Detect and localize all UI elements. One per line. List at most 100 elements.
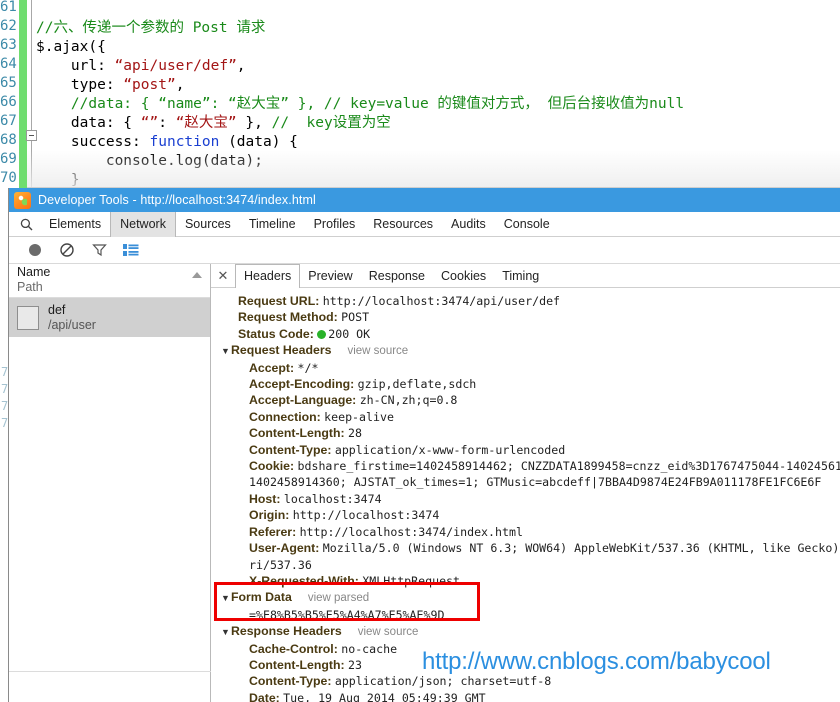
tab-timeline[interactable]: Timeline bbox=[240, 212, 305, 237]
view-source-link[interactable]: view source bbox=[331, 345, 408, 357]
request-detail-panel: ✕ Headers Preview Response Cookies Timing Re… bbox=[211, 264, 840, 702]
screenshot-root: 61 62 63 64 65 66 67 68 69 70 //六、传递一个参数的 Post 请求… bbox=[0, 0, 840, 702]
editor-line-number: 68 bbox=[0, 132, 17, 148]
editor-line-number: 66 bbox=[0, 94, 17, 110]
status-ok-icon bbox=[317, 329, 327, 339]
devtools-panel-tabs: Elements Network Sources Timeline Profiles Re… bbox=[9, 211, 840, 237]
headers-content: Request URL: http://localhost:3474/api/u… bbox=[211, 288, 840, 702]
editor-line-number: 70 bbox=[0, 170, 17, 186]
code-token: , bbox=[175, 77, 185, 93]
close-icon[interactable]: ✕ bbox=[211, 264, 235, 288]
code-line: $.ajax({ bbox=[36, 38, 840, 57]
header-row: Host: localhost:3474 bbox=[211, 491, 840, 507]
code-token: (data) { bbox=[219, 134, 298, 150]
detail-tab-timing[interactable]: Timing bbox=[494, 264, 547, 288]
tab-profiles[interactable]: Profiles bbox=[305, 212, 365, 237]
disclosure-triangle-icon[interactable]: ▼ bbox=[221, 590, 231, 606]
disclosure-triangle-icon[interactable]: ▼ bbox=[221, 343, 231, 359]
header-value: bdshare_firstime=1402458914462; CNZZDATA… bbox=[297, 459, 840, 474]
header-value: http://localhost:3474 bbox=[292, 508, 440, 523]
header-row: Referer: http://localhost:3474/index.htm… bbox=[211, 524, 840, 540]
header-row: Connection: keep-alive bbox=[211, 409, 840, 425]
disclosure-triangle-icon[interactable]: ▼ bbox=[221, 624, 231, 640]
editor-line-number: 67 bbox=[0, 113, 17, 129]
response-headers-section[interactable]: ▼Response Headers view source bbox=[211, 623, 840, 640]
code-editor: 61 62 63 64 65 66 67 68 69 70 //六、传递一个参数的 Post 请求… bbox=[0, 0, 840, 190]
column-header-name[interactable]: Name bbox=[17, 265, 204, 280]
header-value: XMLHttpRequest bbox=[362, 573, 461, 588]
sort-ascending-icon[interactable] bbox=[192, 272, 202, 278]
tab-audits[interactable]: Audits bbox=[442, 212, 495, 237]
detail-tab-preview[interactable]: Preview bbox=[300, 264, 360, 288]
request-path: /api/user bbox=[48, 317, 96, 332]
header-row: Cookie: bdshare_firstime=1402458914462; … bbox=[211, 458, 840, 474]
editor-gutter: 61 62 63 64 65 66 67 68 69 70 bbox=[0, 0, 20, 190]
requests-list: def/api/user bbox=[9, 298, 210, 337]
clear-icon[interactable] bbox=[51, 240, 83, 260]
code-token: }, bbox=[236, 115, 272, 131]
code-token: // key设置为空 bbox=[271, 115, 391, 131]
editor-line-number: 65 bbox=[0, 75, 17, 91]
view-source-link[interactable]: view parsed bbox=[292, 592, 369, 604]
tab-network[interactable]: Network bbox=[110, 211, 176, 237]
header-value: http://localhost:3474/api/user/def bbox=[322, 294, 561, 308]
editor-line-number: 62 bbox=[0, 18, 17, 34]
detail-tab-cookies[interactable]: Cookies bbox=[433, 264, 494, 288]
request-headers-section[interactable]: ▼Request Headers view source bbox=[211, 342, 840, 359]
header-key: X-Requested-With: bbox=[249, 573, 363, 588]
view-source-link[interactable]: view source bbox=[342, 626, 419, 638]
editor-line-number: 64 bbox=[0, 56, 17, 72]
header-value: POST bbox=[341, 310, 370, 325]
detail-tab-headers[interactable]: Headers bbox=[235, 264, 301, 288]
code-token: , bbox=[236, 58, 246, 74]
header-value: Tue, 19 Aug 2014 05:49:39 GMT bbox=[283, 690, 486, 702]
tab-elements[interactable]: Elements bbox=[40, 212, 110, 237]
tab-sources[interactable]: Sources bbox=[176, 212, 240, 237]
header-value: keep-alive bbox=[324, 409, 394, 424]
code-token: url: bbox=[70, 58, 115, 74]
search-icon[interactable] bbox=[15, 218, 37, 231]
tab-resources[interactable]: Resources bbox=[364, 212, 442, 237]
header-value: gzip,deflate,sdch bbox=[357, 377, 477, 392]
header-key: Origin: bbox=[249, 508, 293, 523]
code-line: data: { “”: “赵大宝” }, // key设置为空 bbox=[36, 114, 840, 133]
header-key: Content-Type: bbox=[249, 674, 335, 689]
watermark-url: http://www.cnblogs.com/babycool bbox=[422, 648, 771, 675]
network-panel-body: Name Path def/api/user ✕ Headers Preview R… bbox=[9, 264, 840, 702]
detail-tabs: ✕ Headers Preview Response Cookies Timing bbox=[211, 264, 840, 288]
detail-tab-response[interactable]: Response bbox=[361, 264, 433, 288]
header-row: User-Agent: Mozilla/5.0 (Windows NT 6.3;… bbox=[211, 540, 840, 556]
section-label: Request Headers bbox=[231, 343, 332, 358]
editor-fold-line bbox=[31, 0, 32, 188]
editor-line-number: 69 bbox=[0, 151, 17, 167]
header-row: Request Method: POST bbox=[211, 309, 840, 325]
filter-icon[interactable] bbox=[83, 240, 115, 260]
code-token: $.ajax({ bbox=[36, 39, 106, 55]
network-toolbar bbox=[9, 237, 840, 264]
header-row: Content-Type: application/x-www-form-url… bbox=[211, 442, 840, 458]
request-list-item[interactable]: def/api/user bbox=[9, 298, 210, 337]
header-key: Accept-Encoding: bbox=[249, 377, 358, 392]
code-line: type: “post”, bbox=[36, 76, 840, 95]
sidebar-divider bbox=[9, 671, 211, 672]
code-token: “post” bbox=[123, 77, 176, 93]
header-key: Content-Length: bbox=[249, 426, 349, 441]
header-key: Accept-Language: bbox=[249, 393, 360, 408]
code-token: type: bbox=[70, 77, 124, 93]
header-key: Status Code: bbox=[238, 326, 318, 341]
column-header-path[interactable]: Path bbox=[17, 280, 204, 295]
header-row: Date: Tue, 19 Aug 2014 05:49:39 GMT bbox=[211, 690, 840, 702]
tab-console[interactable]: Console bbox=[495, 212, 559, 237]
form-data-section[interactable]: ▼Form Data view parsed bbox=[211, 589, 840, 606]
record-circle-icon[interactable] bbox=[19, 240, 51, 260]
large-rows-icon[interactable] bbox=[115, 240, 147, 260]
editor-code: //六、传递一个参数的 Post 请求 $.ajax({ url: “api/us… bbox=[36, 0, 840, 190]
devtools-title-bar: Developer Tools - http://localhost:3474/… bbox=[9, 188, 840, 212]
header-row: 1402458914360; AJSTAT_ok_times=1; GTMusi… bbox=[211, 474, 840, 490]
header-key: Date: bbox=[249, 690, 284, 702]
header-key: User-Agent: bbox=[249, 541, 323, 556]
code-line: console.log(data); bbox=[36, 152, 840, 171]
code-token: //六、传递一个参数的 Post 请求 bbox=[36, 20, 266, 36]
header-key: Connection: bbox=[249, 409, 325, 424]
